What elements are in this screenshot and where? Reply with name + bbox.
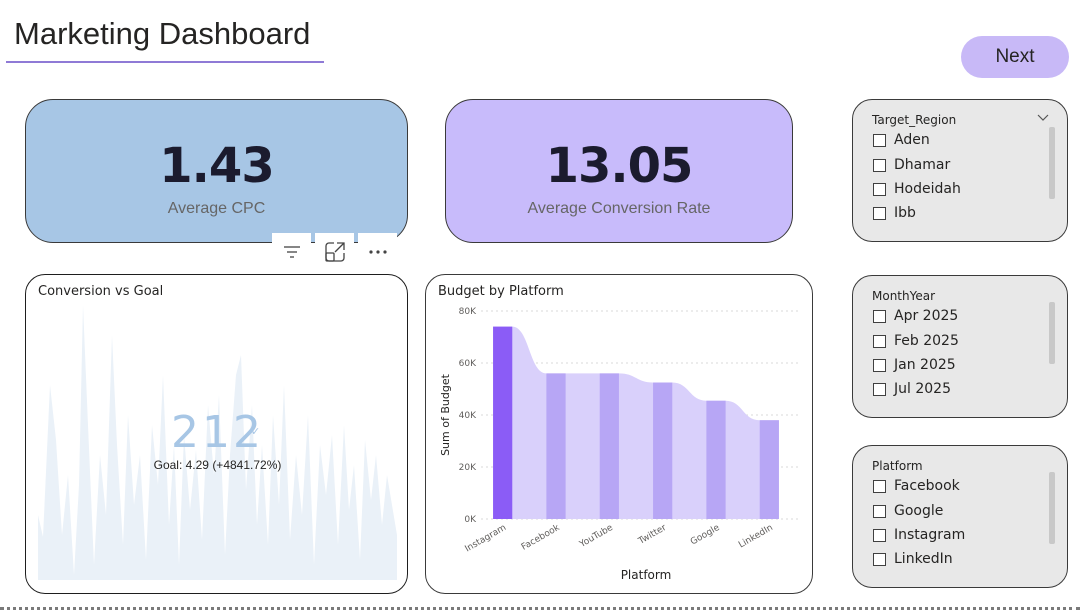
- kpi-value: 13.05: [545, 138, 694, 194]
- slicer-item[interactable]: Jul 2025: [873, 381, 951, 397]
- y-tick-label: 20K: [459, 463, 477, 473]
- scrollbar[interactable]: [1049, 127, 1055, 199]
- bar: [759, 420, 779, 519]
- checkbox[interactable]: [873, 358, 886, 372]
- checkbox[interactable]: [873, 158, 886, 172]
- kpi-card-average-cpc[interactable]: 1.43 Average CPC: [25, 99, 408, 243]
- x-axis-title: Platform: [621, 568, 672, 582]
- slicer-item[interactable]: Aden: [873, 132, 930, 148]
- slicer-item[interactable]: Feb 2025: [873, 333, 959, 349]
- slicer-item[interactable]: Ibb: [873, 205, 916, 221]
- bar: [493, 326, 513, 519]
- slicer-title: MonthYear: [872, 289, 936, 303]
- chevron-down-icon[interactable]: [1037, 110, 1049, 128]
- slicer-monthyear[interactable]: MonthYear Apr 2025 Feb 2025 Jan 2025 Jul…: [852, 275, 1068, 418]
- page-title: Marketing Dashboard: [14, 16, 311, 51]
- bar: [706, 400, 726, 519]
- bar-chart: 0K 20K 40K 60K 80K Instagram Facebook YouTube Tw…: [439, 307, 801, 582]
- x-tick-label: LinkedIn: [737, 523, 775, 551]
- slicer-title: Platform: [872, 459, 923, 473]
- slicer-item-label: Ibb: [894, 205, 916, 221]
- checkbox[interactable]: [873, 206, 886, 220]
- slicer-item[interactable]: Instagram: [873, 527, 965, 543]
- title-underline: [6, 61, 324, 63]
- slicer-item-label: Feb 2025: [894, 333, 959, 349]
- x-tick-label: Twitter: [636, 523, 668, 547]
- checkbox[interactable]: [873, 382, 886, 396]
- status-check-icon: ✓: [251, 426, 261, 438]
- visual-header-toolbar: [272, 233, 397, 271]
- x-tick-label: Instagram: [464, 523, 509, 555]
- slicer-title: Target_Region: [872, 113, 957, 127]
- next-button[interactable]: Next: [961, 36, 1069, 78]
- slicer-item[interactable]: Jan 2025: [873, 357, 956, 373]
- slicer-item-label: Instagram: [894, 527, 966, 543]
- checkbox[interactable]: [873, 479, 886, 493]
- kpi-label: Average CPC: [167, 200, 266, 217]
- slicer-target-region[interactable]: Target_Region Aden Dhamar Hodeidah Ibb: [852, 99, 1068, 242]
- y-tick-label: 0K: [464, 515, 477, 525]
- slicer-item-label: Jan 2025: [894, 357, 956, 373]
- page-bottom-border: [0, 607, 1080, 610]
- filter-icon[interactable]: [272, 233, 311, 271]
- slicer-item-label: Facebook: [894, 478, 960, 494]
- slicer-item[interactable]: Dhamar: [873, 157, 950, 173]
- bar: [599, 373, 619, 519]
- bar: [546, 373, 566, 519]
- y-tick-label: 60K: [459, 359, 477, 369]
- slicer-item[interactable]: Facebook: [873, 478, 960, 494]
- budget-by-platform-card[interactable]: Budget by Platform 0K 20K 40K 60K 80K Instagr…: [425, 274, 813, 594]
- checkbox[interactable]: [873, 133, 886, 147]
- gauge-goal: Goal: 4.29 (+4841.72%): [153, 458, 282, 472]
- y-axis-title: Sum of Budget: [439, 373, 452, 456]
- conversion-vs-goal-card[interactable]: Conversion vs Goal 212 ✓ Goal: 4.29 (+48…: [25, 274, 408, 594]
- bar: [653, 382, 673, 519]
- slicer-item-label: Aden: [894, 132, 930, 148]
- slicer-item-label: Google: [894, 503, 944, 519]
- scrollbar[interactable]: [1049, 302, 1055, 364]
- x-tick-label: YouTube: [577, 523, 615, 551]
- checkbox[interactable]: [873, 552, 886, 566]
- x-tick-label: Facebook: [520, 523, 562, 553]
- slicer-item[interactable]: Google: [873, 503, 943, 519]
- slicer-platform[interactable]: Platform Facebook Google Instagram Linke…: [852, 445, 1068, 588]
- scrollbar[interactable]: [1049, 472, 1055, 544]
- gauge-value: 212: [171, 407, 264, 458]
- slicer-item-label: Hodeidah: [894, 181, 961, 197]
- checkbox[interactable]: [873, 309, 886, 323]
- slicer-item-label: Apr 2025: [894, 308, 959, 324]
- kpi-value: 1.43: [159, 138, 274, 194]
- y-tick-label: 40K: [459, 411, 477, 421]
- checkbox[interactable]: [873, 504, 886, 518]
- slicer-item[interactable]: Apr 2025: [873, 308, 958, 324]
- focus-mode-icon[interactable]: [315, 233, 354, 271]
- slicer-item-label: LinkedIn: [894, 551, 953, 567]
- y-tick-label: 80K: [459, 307, 477, 317]
- kpi-card-average-conversion-rate[interactable]: 13.05 Average Conversion Rate: [445, 99, 793, 243]
- slicer-item-label: Jul 2025: [894, 381, 951, 397]
- slicer-item-label: Dhamar: [894, 157, 951, 173]
- slicer-item[interactable]: LinkedIn: [873, 551, 953, 567]
- ribbon-area: [493, 326, 779, 519]
- checkbox[interactable]: [873, 334, 886, 348]
- more-options-icon[interactable]: [358, 233, 397, 271]
- checkbox[interactable]: [873, 182, 886, 196]
- checkbox[interactable]: [873, 528, 886, 542]
- x-tick-label: Google: [689, 523, 722, 548]
- kpi-label: Average Conversion Rate: [527, 200, 711, 217]
- slicer-item[interactable]: Hodeidah: [873, 181, 961, 197]
